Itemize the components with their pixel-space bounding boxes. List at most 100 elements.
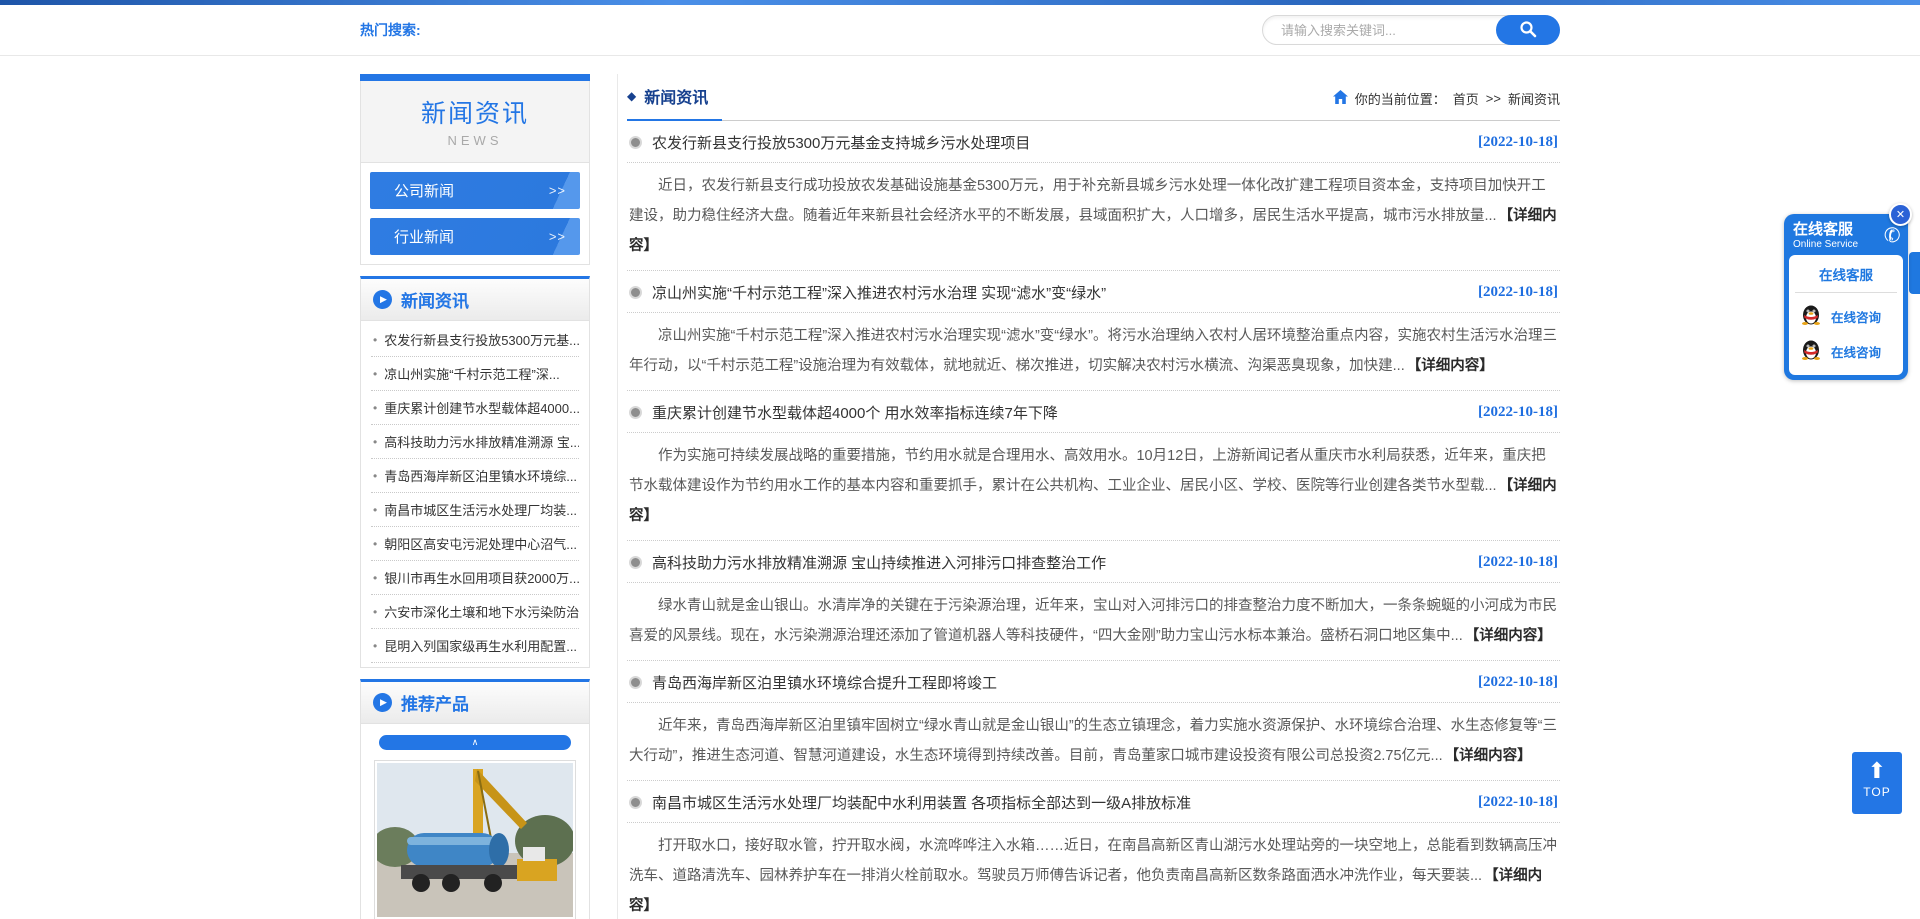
sidebar-category-box: 公司新闻 >> 行业新闻 >>	[360, 163, 590, 265]
qq-consult-row[interactable]: 在线咨询	[1795, 330, 1897, 365]
news-summary: 绿水青山就是金山银山。水清岸净的关键在于污染源治理，近年来，宝山对入河排污口的排…	[629, 598, 1557, 644]
breadcrumb-home-link[interactable]: 首页	[1453, 89, 1479, 108]
read-more-link[interactable]: 【详细内容】	[1407, 358, 1494, 374]
news-title-link[interactable]: 重庆累计创建节水型载体超4000个 用水效率指标连续7年下降	[652, 402, 1058, 423]
sidebar: 新闻资讯 NEWS 公司新闻 >> 行业新闻 >> ▶ 新闻资讯 •农发行新县支…	[360, 74, 590, 919]
close-icon[interactable]: ✕	[1889, 203, 1912, 226]
search-icon	[1519, 20, 1537, 41]
service-subtitle: Online Service	[1793, 239, 1858, 250]
home-icon	[1333, 90, 1348, 107]
carousel-up-button[interactable]: ∧	[379, 735, 571, 750]
product-image-pump-station[interactable]	[374, 760, 576, 919]
main-content: ◆ 新闻资讯 你的当前位置： 首页 >> 新闻资讯 农发行新县支行投放5300万…	[617, 74, 1560, 919]
news-title-link[interactable]: 青岛西海岸新区泊里镇水环境综合提升工程即将竣工	[652, 672, 997, 693]
sidebar-news-list: •农发行新县支行投放5300万元基... •凉山州实施“千村示范工程”深... …	[361, 321, 589, 667]
news-title-link[interactable]: 凉山州实施“千村示范工程”深入推进农村污水治理 实现“滤水”变“绿水”	[652, 282, 1106, 303]
qq-consult-row[interactable]: 在线咨询	[1795, 295, 1897, 330]
sidebar-news-section-header: ▶ 新闻资讯	[361, 279, 589, 321]
qq-penguin-icon	[1801, 303, 1821, 330]
news-date: [2022-10-18]	[1478, 554, 1558, 571]
sidebar-item-industry-news[interactable]: 行业新闻 >>	[370, 218, 580, 255]
news-bullet-icon	[629, 136, 642, 149]
bullet-icon: •	[373, 571, 377, 585]
product-card: 无碱玻璃纤维一体化污水提升泵站	[374, 760, 576, 919]
list-item[interactable]: •高科技助力污水排放精准溯源 宝...	[371, 425, 579, 459]
play-circle-icon: ▶	[373, 290, 392, 309]
bullet-icon: •	[373, 639, 377, 653]
service-title: 在线客服	[1793, 222, 1858, 239]
bullet-icon: •	[373, 503, 377, 517]
breadcrumb-prefix: 你的当前位置：	[1355, 89, 1446, 108]
back-to-top-button[interactable]: ⬆ TOP	[1852, 752, 1902, 814]
list-item[interactable]: •昆明入列国家级再生水利用配置...	[371, 629, 579, 663]
online-service-panel: 在线客服 Online Service ✆ 在线客服 在线咨询 在线咨询	[1784, 214, 1908, 380]
list-item[interactable]: •青岛西海岸新区泊里镇水环境综...	[371, 459, 579, 493]
sidebar-subtitle: NEWS	[361, 133, 589, 148]
qq-consult-link[interactable]: 在线咨询	[1831, 307, 1881, 326]
list-item[interactable]: •银川市再生水回用项目获2000万...	[371, 561, 579, 595]
service-panel-body: 在线客服 在线咨询 在线咨询	[1789, 255, 1903, 375]
news-item: 青岛西海岸新区泊里镇水环境综合提升工程即将竣工 [2022-10-18] 近年来…	[627, 661, 1560, 781]
play-circle-icon: ▶	[373, 693, 392, 712]
news-date: [2022-10-18]	[1478, 404, 1558, 421]
sidebar-products-section-header: ▶ 推荐产品	[361, 682, 589, 724]
double-arrow-icon: >>	[549, 183, 566, 198]
sidebar-news-section-title: 新闻资讯	[401, 287, 469, 312]
service-side-tab[interactable]	[1909, 252, 1920, 294]
main-header: ◆ 新闻资讯 你的当前位置： 首页 >> 新闻资讯	[627, 74, 1560, 121]
bullet-icon: •	[373, 401, 377, 415]
diamond-icon: ◆	[627, 89, 636, 103]
bullet-icon: •	[373, 435, 377, 449]
bullet-icon: •	[373, 367, 377, 381]
search-button[interactable]	[1496, 15, 1560, 45]
news-title-link[interactable]: 农发行新县支行投放5300万元基金支持城乡污水处理项目	[652, 132, 1030, 153]
category-label: 行业新闻	[394, 226, 454, 247]
list-item[interactable]: •南昌市城区生活污水处理厂均装...	[371, 493, 579, 527]
category-label: 公司新闻	[394, 180, 454, 201]
bullet-icon: •	[373, 469, 377, 483]
sidebar-title: 新闻资讯	[361, 94, 589, 130]
service-panel-header: 在线客服 Online Service ✆	[1789, 219, 1903, 255]
news-bullet-icon	[629, 286, 642, 299]
news-summary: 近日，农发行新县支行成功投放农发基础设施基金5300万元，用于补充新县城乡污水处…	[629, 178, 1546, 224]
news-title-link[interactable]: 南昌市城区生活污水处理厂均装配中水利用装置 各项指标全部达到一级A排放标准	[652, 792, 1191, 813]
bullet-icon: •	[373, 333, 377, 347]
service-inner-title: 在线客服	[1795, 264, 1897, 293]
bullet-icon: •	[373, 605, 377, 619]
list-item[interactable]: •重庆累计创建节水型载体超4000...	[371, 391, 579, 425]
products-carousel: ∧	[361, 724, 589, 919]
sidebar-news-section: ▶ 新闻资讯 •农发行新县支行投放5300万元基... •凉山州实施“千村示范工…	[360, 276, 590, 668]
top-button-label: TOP	[1863, 785, 1890, 799]
news-item: 农发行新县支行投放5300万元基金支持城乡污水处理项目 [2022-10-18]…	[627, 121, 1560, 271]
up-arrow-icon: ⬆	[1852, 759, 1902, 783]
news-summary: 近年来，青岛西海岸新区泊里镇牢固树立“绿水青山就是金山银山”的生态立镇理念，着力…	[629, 718, 1557, 764]
breadcrumb-current[interactable]: 新闻资讯	[1508, 89, 1560, 108]
news-title-link[interactable]: 高科技助力污水排放精准溯源 宝山持续推进入河排污口排查整治工作	[652, 552, 1106, 573]
list-item[interactable]: •农发行新县支行投放5300万元基...	[371, 323, 579, 357]
sidebar-header: 新闻资讯 NEWS	[360, 81, 590, 163]
news-summary: 打开取水口，接好取水管，拧开取水阀，水流哗哗注入水箱……近日，在南昌高新区青山湖…	[629, 838, 1557, 884]
list-item[interactable]: •六安市深化土壤和地下水污染防治	[371, 595, 579, 629]
sidebar-accent-bar	[360, 74, 590, 81]
news-date: [2022-10-18]	[1478, 284, 1558, 301]
qq-consult-link[interactable]: 在线咨询	[1831, 342, 1881, 361]
list-item[interactable]: •凉山州实施“千村示范工程”深...	[371, 357, 579, 391]
news-item: 重庆累计创建节水型载体超4000个 用水效率指标连续7年下降 [2022-10-…	[627, 391, 1560, 541]
site-header: 热门搜索:	[0, 5, 1920, 56]
news-bullet-icon	[629, 676, 642, 689]
news-bullet-icon	[629, 556, 642, 569]
sidebar-products-section: ▶ 推荐产品 ∧	[360, 679, 590, 919]
bullet-icon: •	[373, 537, 377, 551]
news-item: 南昌市城区生活污水处理厂均装配中水利用装置 各项指标全部达到一级A排放标准 [2…	[627, 781, 1560, 919]
hot-search-label: 热门搜索:	[360, 20, 421, 40]
read-more-link[interactable]: 【详细内容】	[1465, 628, 1552, 644]
chevron-up-icon: ∧	[472, 738, 479, 747]
read-more-link[interactable]: 【详细内容】	[1445, 748, 1532, 764]
news-date: [2022-10-18]	[1478, 674, 1558, 691]
news-item: 凉山州实施“千村示范工程”深入推进农村污水治理 实现“滤水”变“绿水” [202…	[627, 271, 1560, 391]
list-item[interactable]: •朝阳区高安屯污泥处理中心沼气...	[371, 527, 579, 561]
sidebar-item-company-news[interactable]: 公司新闻 >>	[370, 172, 580, 209]
news-date: [2022-10-18]	[1478, 794, 1558, 811]
sidebar-products-section-title: 推荐产品	[401, 690, 469, 715]
search-box	[1262, 15, 1560, 45]
